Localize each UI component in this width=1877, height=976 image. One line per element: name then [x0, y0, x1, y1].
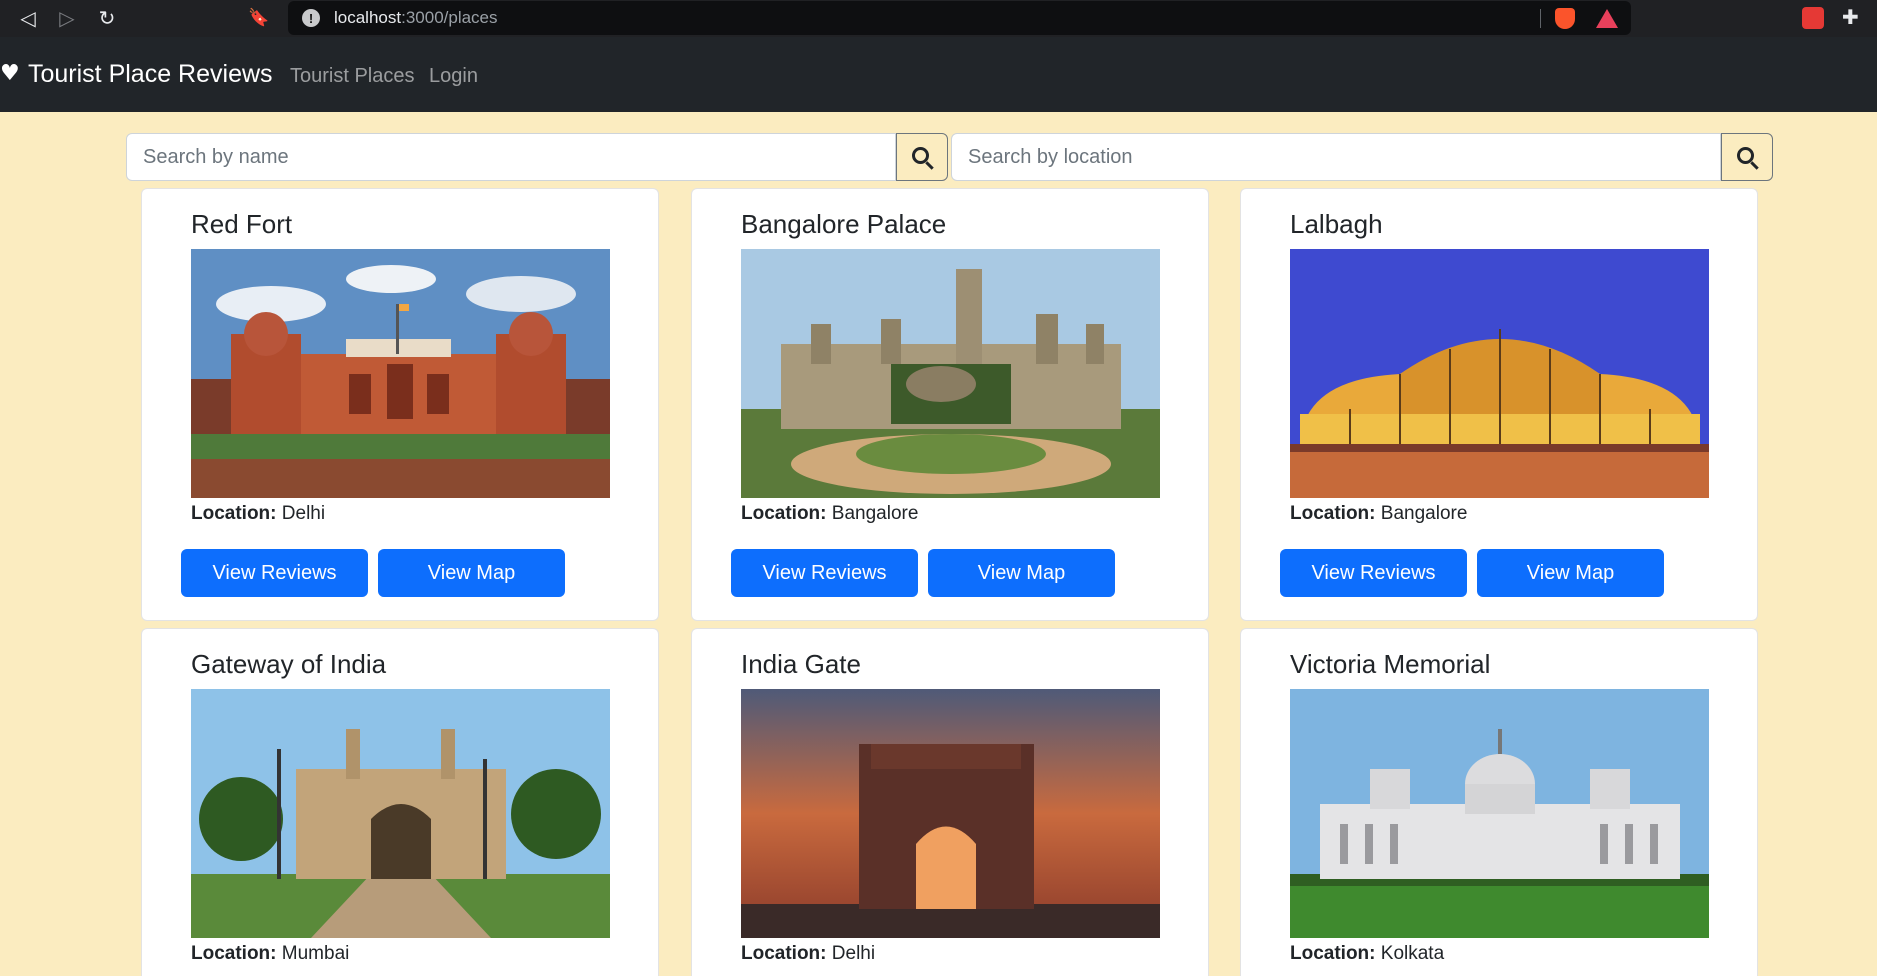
view-reviews-button[interactable]: View Reviews — [1280, 549, 1467, 597]
place-location: Location: Mumbai — [191, 943, 350, 964]
search-by-name-input[interactable] — [126, 133, 896, 181]
place-location: Location: Delhi — [741, 943, 876, 964]
bookmark-icon[interactable]: 🔖 — [245, 4, 273, 32]
site-info-icon[interactable]: ! — [302, 9, 320, 27]
place-card: Victoria Memorial Location: Kolkata — [1240, 628, 1758, 976]
place-title: Gateway of India — [191, 649, 387, 679]
address-divider — [1540, 9, 1541, 28]
place-photo — [1290, 249, 1709, 498]
place-card: Bangalore Palace Location: Bangalore Vie… — [691, 188, 1209, 621]
place-photo — [741, 249, 1160, 498]
place-card: India Gate Location: Delhi — [691, 628, 1209, 976]
search-icon — [912, 147, 929, 164]
view-map-button[interactable]: View Map — [1477, 549, 1664, 597]
place-photo — [1290, 689, 1709, 938]
place-location: Location: Bangalore — [1290, 503, 1468, 524]
place-photo — [741, 689, 1160, 938]
brand-logo-icon: ♥ — [0, 61, 20, 86]
search-icon — [1737, 147, 1754, 164]
brand-title: Tourist Place Reviews — [28, 59, 273, 88]
place-title: Bangalore Palace — [741, 209, 947, 239]
place-card: Red Fort Location: Delhi View Reviews Vi… — [141, 188, 659, 621]
search-by-name-button[interactable] — [896, 133, 948, 181]
view-reviews-button[interactable]: View Reviews — [181, 549, 368, 597]
nav-link-tourist-places[interactable]: Tourist Places — [290, 65, 415, 88]
place-photo — [191, 689, 610, 938]
place-title: Red Fort — [191, 209, 293, 239]
navbar-brand[interactable]: ♥ Tourist Place Reviews — [0, 57, 273, 91]
extensions-puzzle-icon[interactable]: ✚ — [1842, 5, 1859, 29]
search-by-location-input[interactable] — [951, 133, 1721, 181]
view-map-button[interactable]: View Map — [928, 549, 1115, 597]
place-location: Location: Kolkata — [1290, 943, 1445, 964]
place-title: Lalbagh — [1290, 209, 1383, 239]
place-title: Victoria Memorial — [1290, 649, 1491, 679]
place-card: Gateway of India Location: Mumbai — [141, 628, 659, 976]
extension-icon[interactable] — [1802, 7, 1824, 29]
address-text: localhost:3000/places — [334, 8, 498, 27]
nav-link-login[interactable]: Login — [429, 65, 478, 88]
place-card: Lalbagh Location: Bangalore View Reviews… — [1240, 188, 1758, 621]
back-icon[interactable]: ◁ — [14, 4, 42, 32]
navbar: ♥ Tourist Place Reviews Tourist Places L… — [0, 37, 1877, 112]
brave-rewards-icon[interactable] — [1596, 9, 1618, 28]
search-by-location-button[interactable] — [1721, 133, 1773, 181]
place-location: Location: Delhi — [191, 503, 326, 524]
view-map-button[interactable]: View Map — [378, 549, 565, 597]
reload-icon[interactable]: ↻ — [93, 4, 121, 32]
view-reviews-button[interactable]: View Reviews — [731, 549, 918, 597]
brave-shields-icon[interactable] — [1555, 8, 1575, 29]
place-photo — [191, 249, 610, 498]
forward-icon[interactable]: ▷ — [53, 4, 81, 32]
browser-toolbar: ◁ ▷ ↻ 🔖 ! localhost:3000/places ✚ — [0, 0, 1877, 37]
place-location: Location: Bangalore — [741, 503, 919, 524]
place-title: India Gate — [741, 649, 861, 679]
address-bar[interactable]: ! localhost:3000/places — [288, 1, 1631, 35]
